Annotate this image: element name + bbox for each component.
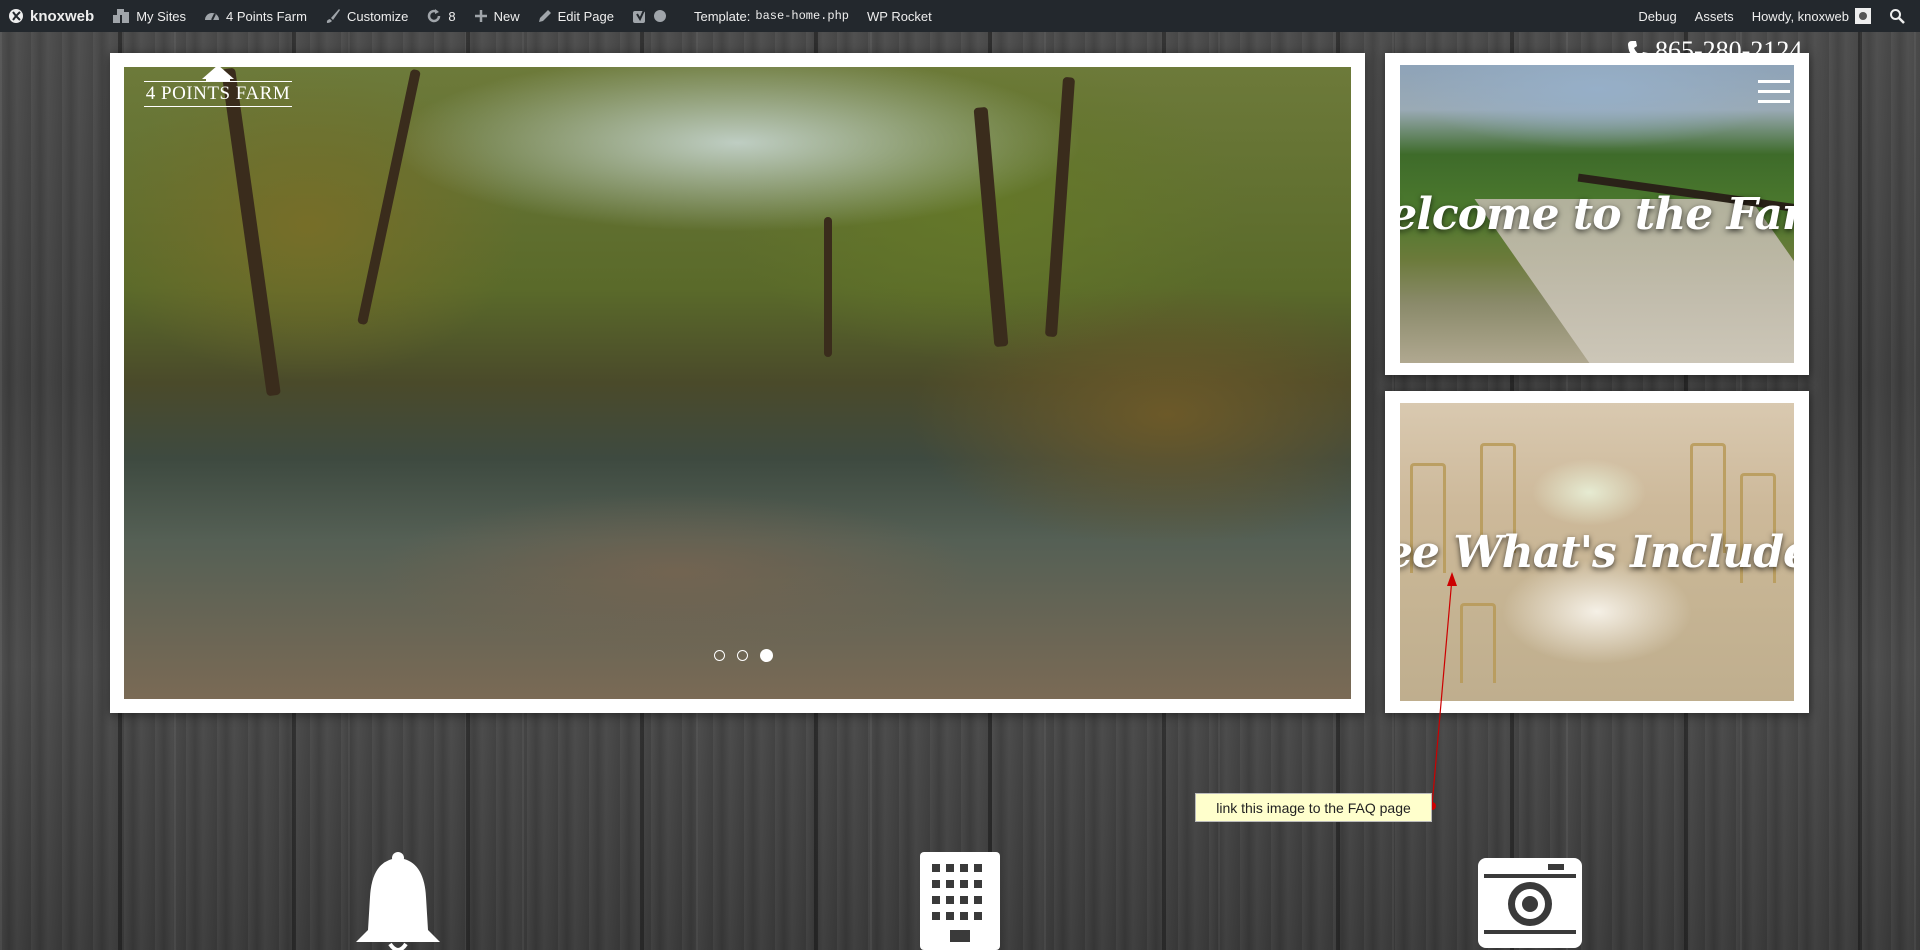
site-logo[interactable]: 4 POINTS FARM [138, 67, 298, 107]
my-sites-menu[interactable]: My Sites [103, 0, 195, 32]
updates-link[interactable]: 8 [417, 0, 464, 32]
yoast-menu[interactable] [623, 0, 675, 32]
avatar [1855, 8, 1871, 24]
slider-dot[interactable] [737, 650, 748, 661]
brand-label: knoxweb [30, 7, 95, 25]
bell-icon[interactable] [350, 852, 446, 950]
welcome-card-title: Welcome to the Farm [1400, 188, 1794, 240]
edit-page-link[interactable]: Edit Page [529, 0, 623, 32]
template-file: base-home.php [755, 9, 849, 23]
included-card-title: See What's Included [1400, 526, 1794, 578]
tree-trunk [221, 67, 281, 397]
template-info: Template: base-home.php [685, 0, 858, 32]
updates-count: 8 [448, 8, 456, 24]
pencil-icon [538, 10, 551, 22]
search-icon [1890, 9, 1905, 24]
edit-page-label: Edit Page [557, 8, 614, 24]
new-content-menu[interactable]: New [465, 0, 529, 32]
updates-icon [428, 9, 441, 23]
search-button[interactable] [1880, 0, 1920, 32]
customize-link[interactable]: Customize [316, 0, 417, 32]
logo-text: 4 POINTS FARM [143, 81, 293, 107]
customize-label: Customize [346, 8, 409, 24]
assets-label: Assets [1694, 8, 1734, 24]
my-sites-label: My Sites [136, 8, 187, 24]
hero-creek-photo: 4 POINTS FARM [124, 67, 1351, 699]
menu-bar-icon [1758, 90, 1790, 93]
included-card[interactable]: See What's Included [1385, 391, 1809, 713]
menu-toggle-button[interactable] [1758, 80, 1790, 104]
tree-trunk [1044, 76, 1076, 338]
slider-dot[interactable] [714, 650, 725, 661]
yoast-icon [633, 8, 646, 23]
site-name-label: 4 Points Farm [226, 8, 307, 24]
howdy-label: Howdy, knoxweb [1751, 8, 1849, 24]
brand-logo-icon [9, 9, 23, 23]
debug-label: Debug [1638, 8, 1677, 24]
chair [1460, 603, 1496, 683]
template-label: Template: [694, 8, 751, 24]
dashboard-icon [205, 13, 220, 21]
wp-rocket-label: WP Rocket [867, 8, 932, 24]
brush-icon [326, 9, 340, 23]
plus-icon [474, 10, 487, 22]
slider-dot-active[interactable] [760, 649, 773, 662]
welcome-card[interactable]: Welcome to the Farm [1385, 53, 1809, 375]
annotation-text: link this image to the FAQ page [1216, 799, 1411, 816]
camera-icon[interactable] [1478, 858, 1582, 948]
my-sites-icon [113, 9, 130, 23]
account-menu[interactable]: Howdy, knoxweb [1743, 0, 1880, 32]
site-name-menu[interactable]: 4 Points Farm [195, 0, 316, 32]
phone-icon [1628, 41, 1648, 61]
phone-number: 865-280-2124 [1655, 36, 1803, 65]
farm-road-photo: Welcome to the Farm [1400, 65, 1794, 363]
seo-status-dot [654, 10, 666, 22]
new-label: New [493, 8, 520, 24]
tree-trunk [824, 217, 832, 357]
admin-bar: knoxweb My Sites 4 Points Farm Customize… [0, 0, 1920, 32]
tree-trunk [973, 106, 1009, 348]
event-table-photo: See What's Included [1400, 403, 1794, 701]
annotation-note: link this image to the FAQ page [1195, 793, 1432, 822]
assets-menu[interactable]: Assets [1686, 0, 1743, 32]
calculator-icon[interactable] [920, 852, 1000, 950]
menu-bar-icon [1758, 80, 1790, 83]
menu-bar-icon [1758, 100, 1790, 103]
barn-logo-icon [202, 67, 234, 82]
slider-pagination [714, 649, 773, 662]
hero-slider: 4 POINTS FARM [110, 53, 1365, 713]
tree-trunk [357, 68, 421, 326]
phone-link[interactable]: 865-280-2124 [1627, 36, 1802, 66]
wp-rocket-menu[interactable]: WP Rocket [858, 0, 941, 32]
debug-menu[interactable]: Debug [1629, 0, 1685, 32]
brand-menu[interactable]: knoxweb [0, 0, 103, 32]
